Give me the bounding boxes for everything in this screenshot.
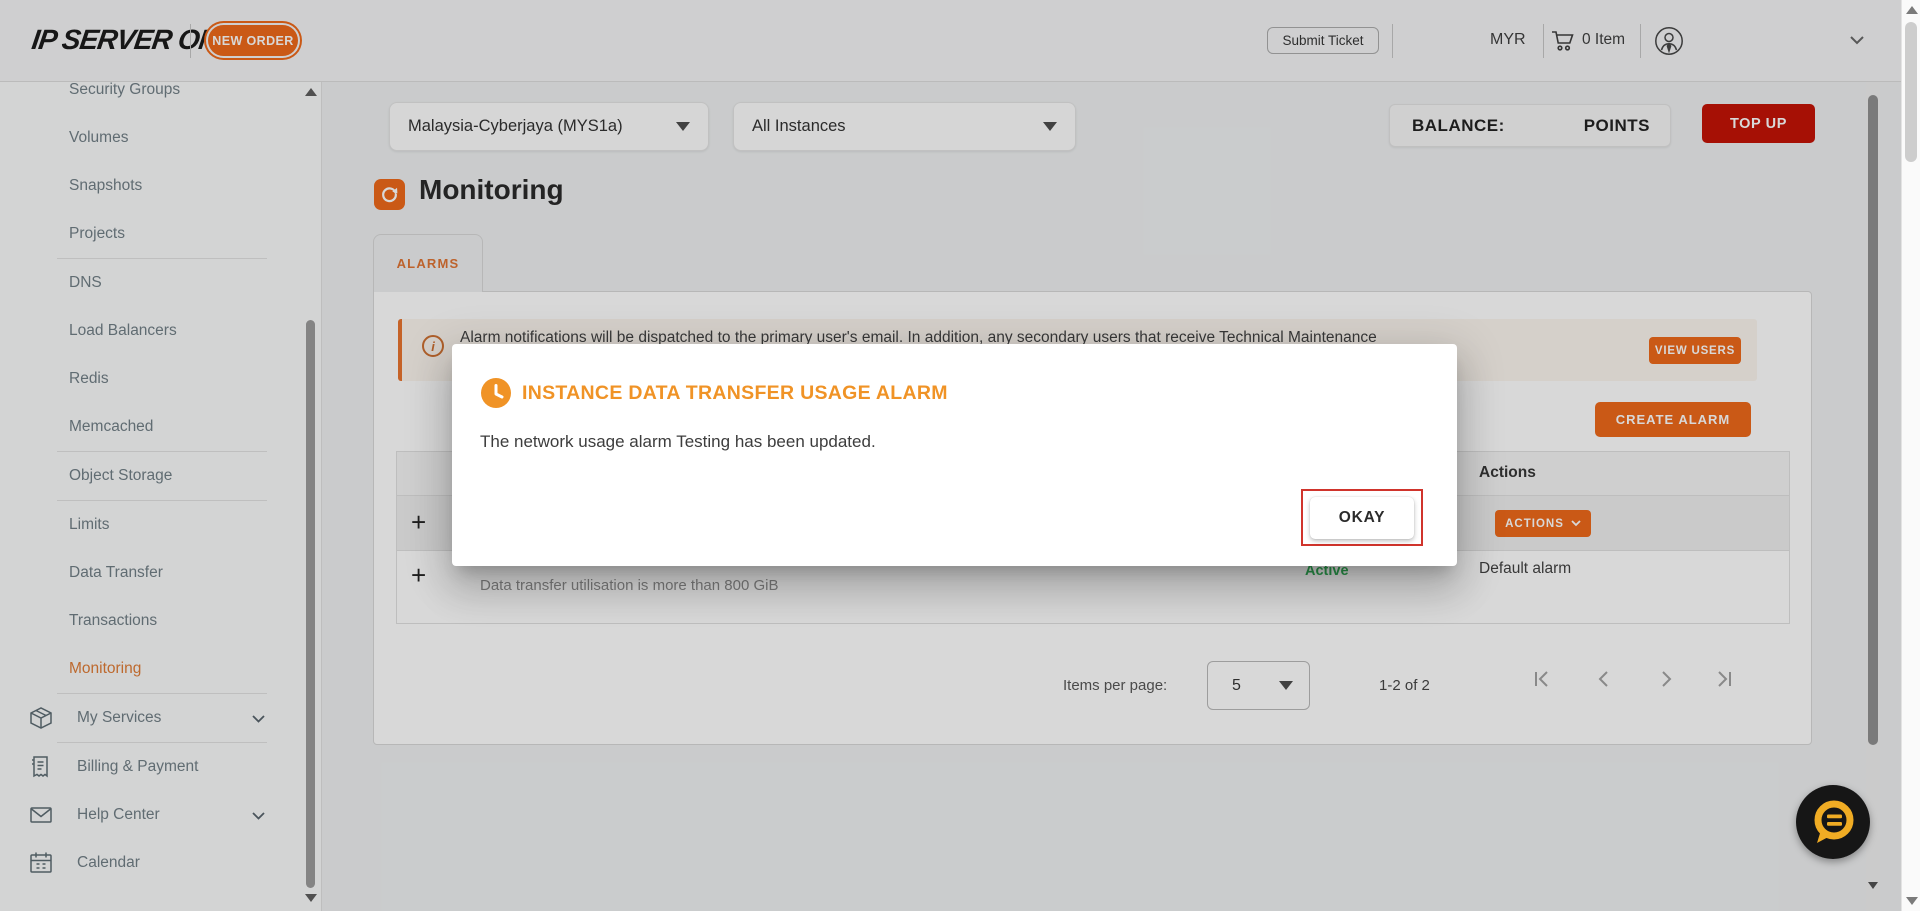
app-screen: IP SERVER ONE® NEW ORDER Submit Ticket M… — [0, 0, 1920, 911]
okay-button[interactable]: OKAY — [1310, 497, 1414, 539]
browser-scrollbar[interactable] — [1901, 0, 1920, 911]
clock-icon — [480, 377, 512, 409]
scroll-up-arrow-icon[interactable] — [1906, 6, 1918, 14]
dialog-message: The network usage alarm Testing has been… — [480, 432, 876, 452]
alarm-dialog: INSTANCE DATA TRANSFER USAGE ALARM The n… — [452, 344, 1457, 566]
browser-scrollbar-thumb[interactable] — [1905, 22, 1917, 162]
scroll-down-arrow-icon[interactable] — [1906, 897, 1918, 905]
dialog-title: INSTANCE DATA TRANSFER USAGE ALARM — [522, 382, 948, 405]
chat-bubble-icon — [1796, 785, 1870, 859]
okay-focus-ring: OKAY — [1301, 489, 1423, 546]
chat-widget-button[interactable] — [1796, 785, 1870, 859]
